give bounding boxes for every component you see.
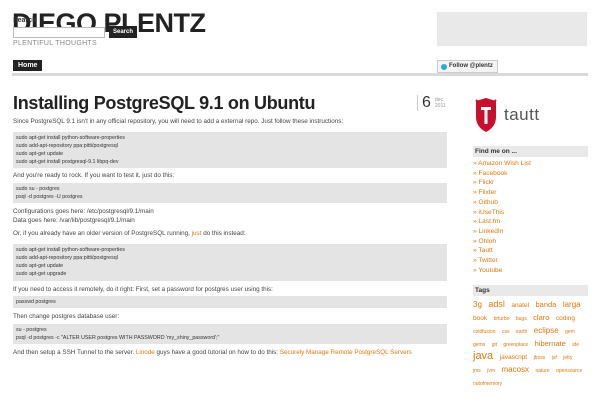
tunnel-text-pre: And then setup a SSH Tunnel to the serve… [13,349,136,357]
code-line: psql -d postgres -c "ALTER USER postgres… [16,334,220,341]
tag-link[interactable]: jetty [563,355,572,361]
find-me-link[interactable]: Flickr [479,179,495,186]
post-ready-text: And you're ready to rock. If you want to… [13,172,175,180]
tag-link[interactable]: git [492,342,497,348]
tag-link[interactable]: javascript [500,354,527,361]
tags-widget: Tags 3g adsl anatel banda larga book brt… [473,285,588,389]
code-line: sudo apt-get upgrade [16,271,67,278]
code-line: sudo apt-get update [16,150,64,157]
tautt-shield-icon [475,98,497,132]
find-me-link[interactable]: LinkedIn [479,228,504,235]
find-me-link[interactable]: Github [479,199,498,206]
tag-link[interactable]: adsl [488,299,505,309]
code-line: sudo add-apt-repository ppa:pitti/postgr… [16,142,118,149]
find-me-link[interactable]: Last.fm [479,218,501,225]
tag-link[interactable]: gems [473,342,485,348]
post-config-path: Configurations goes here: /etc/postgresq… [13,208,154,216]
nav-tab-home[interactable]: Home [13,60,43,71]
find-me-link[interactable]: Youtube [478,267,502,274]
code-line: sudo su - postgres [16,185,60,192]
code-line: su - postgres [16,326,47,333]
older-text-pre: Or, if you already have an older version… [13,230,192,238]
tutorial-link[interactable]: Securely Manage Remote PostgreSQL Server… [280,349,412,356]
code-line: sudo apt-get update [16,263,64,270]
post-date-day: 6 [422,94,431,111]
code-line: psql -d postgres -U postgres [16,194,83,201]
tag-link[interactable]: css [502,329,510,335]
tag-link[interactable]: anatel [511,302,529,309]
site-tagline: PLENTIFUL THOUGHTS [13,40,97,47]
older-text-post: do this instead: [201,230,246,238]
code-line: sudo add-apt-repository ppa:pitti/postgr… [16,254,118,261]
tag-cloud: 3g adsl anatel banda larga book brturbo … [473,296,588,389]
tag-link[interactable]: jsf [552,355,557,361]
twitter-follow-button[interactable]: Follow @plentz [437,60,498,73]
tag-link[interactable]: hibernate [535,339,566,348]
post-title[interactable]: Installing PostgreSQL 9.1 on Ubuntu [13,93,316,113]
tag-link[interactable]: book [473,315,487,322]
tag-link[interactable]: larga [563,300,581,309]
find-me-heading: Find me on ... [473,146,588,157]
tag-link[interactable]: gem [565,329,575,335]
tag-link[interactable]: 3g [473,300,482,309]
tag-link[interactable]: greenplace [503,342,528,348]
code-block-install: sudo apt-get install python-software-pro… [13,131,447,169]
tag-link[interactable]: java [473,350,493,362]
tag-link[interactable]: jboss [534,355,546,361]
tag-link[interactable]: brturbo [494,316,510,322]
tag-link[interactable]: coldfusion [473,329,496,335]
tunnel-text-mid: guys have a good tutorial on how to do t… [154,349,280,357]
find-me-widget: Find me on ... Amazon Wish List Facebook… [473,146,588,275]
twitter-bird-icon [441,63,447,70]
tag-link[interactable]: outofmemory [473,381,502,387]
find-me-link[interactable]: iUseThis [479,209,505,216]
post-date-year: 2011 [434,103,446,109]
tag-link[interactable]: jms [473,368,481,374]
post-older-text: Or, if you already have an older version… [13,230,447,239]
tag-link[interactable]: banda [536,300,557,309]
tag-link[interactable]: nature [535,368,549,374]
post-change-text: Then change postgres database user: [13,313,120,321]
post-tunnel-text: And then setup a SSH Tunnel to the serve… [13,349,447,358]
post-data-path: Data goes here: /var/lib/postgresql/9.1/… [13,216,135,224]
tag-link[interactable]: jvm [487,368,495,374]
code-line: passwd postgres [16,299,56,306]
tautt-logo[interactable]: tautt [473,95,563,135]
tag-link[interactable]: eclipse [534,326,559,335]
code-block-passwd: passwd postgres [13,296,447,309]
tag-link[interactable]: ide [572,342,579,348]
search-label: Search [13,17,37,24]
find-me-link[interactable]: Flixter [479,189,497,196]
code-block-upgrade: sudo apt-get install python-software-pro… [13,243,447,281]
tag-link[interactable]: coding [556,315,575,322]
search-input[interactable] [13,27,105,38]
nav-divider [12,73,588,76]
code-block-alter-user: su - postgres psql -d postgres -c "ALTER… [13,323,447,345]
tautt-logo-text: tautt [504,105,540,124]
twitter-follow-label: Follow @plentz [449,63,493,69]
code-line: sudo apt-get install python-software-pro… [16,246,125,253]
find-me-link[interactable]: Ohloh [479,238,497,245]
just-link[interactable]: just [192,230,202,237]
find-me-link[interactable]: Tautt [478,247,492,254]
linode-link[interactable]: Linode [136,349,155,356]
post-remote-text: If you need to access it remotely, do it… [13,285,273,293]
tag-link[interactable]: bugs [516,316,527,322]
find-me-link[interactable]: Twitter [478,257,497,264]
tag-link[interactable]: claro [533,313,549,322]
code-line: sudo apt-get install postgresql-9.1 libp… [16,159,119,166]
tag-link[interactable]: opensource [556,368,582,374]
post-date: 6 dec 2011 [417,95,446,111]
find-me-link[interactable]: Facebook [479,170,508,177]
post-intro: Since PostgreSQL 9.1 isn't in any offici… [13,118,344,125]
post-content: Since PostgreSQL 9.1 isn't in any offici… [13,118,447,358]
code-block-test: sudo su - postgres psql -d postgres -U p… [13,182,447,204]
code-line: sudo apt-get install python-software-pro… [16,134,125,141]
tag-link[interactable]: macosx [501,365,529,374]
tag-link[interactable]: earth [516,329,527,335]
search-widget [437,12,587,46]
search-button[interactable]: Search [109,26,137,38]
find-me-link[interactable]: Amazon Wish List [478,160,531,167]
